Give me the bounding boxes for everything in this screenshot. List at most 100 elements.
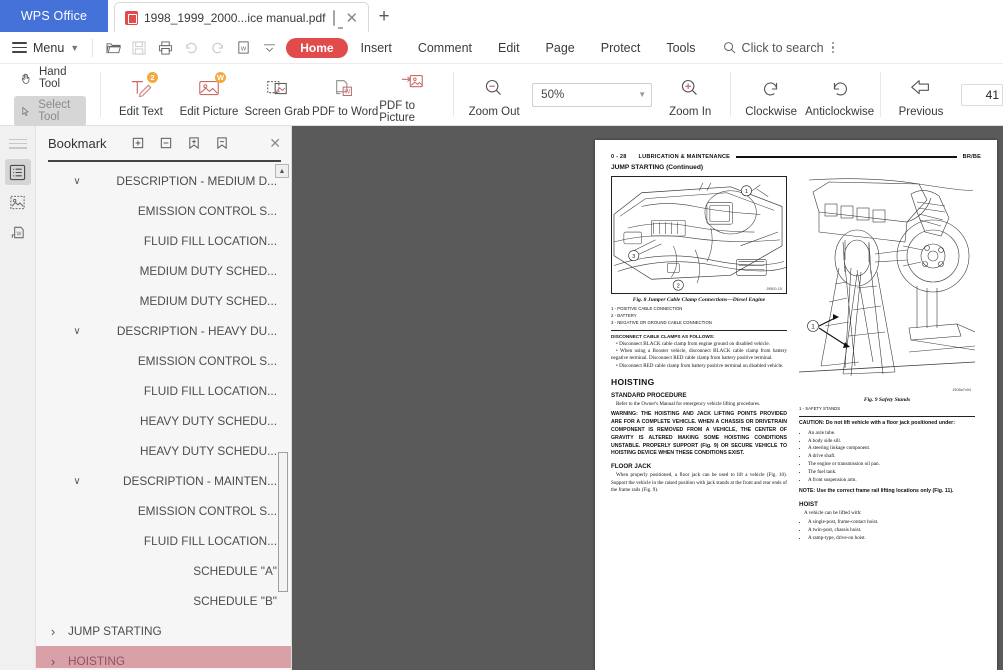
redo-icon[interactable]	[204, 36, 230, 60]
bookmark-item-label: DESCRIPTION - MAINTEN...	[122, 474, 277, 488]
zoom-in-icon	[677, 75, 703, 101]
bookmark-item[interactable]: EMISSION CONTROL S...	[36, 496, 291, 526]
svg-text:2: 2	[677, 283, 680, 289]
more-options-icon[interactable]	[831, 40, 835, 56]
bookmark-list[interactable]: ∨ DESCRIPTION - MEDIUM D... EMISSION CONTR…	[36, 162, 291, 668]
edit-picture-badge: W	[215, 71, 227, 83]
screen-grab-button[interactable]: Screen Grab	[243, 64, 311, 125]
page-number-input[interactable]: 41	[961, 83, 1003, 106]
bookmark-item[interactable]: ∨ DESCRIPTION - MAINTEN...	[36, 466, 291, 496]
menu-button[interactable]: Menu ▼	[0, 39, 85, 56]
chevron-right-icon[interactable]: ›	[42, 654, 64, 669]
bookmark-item[interactable]: HEAVY DUTY SCHEDU...	[36, 406, 291, 436]
close-icon[interactable]: ✕	[269, 135, 283, 152]
edit-picture-button[interactable]: W Edit Picture	[175, 64, 243, 125]
figure-9-signature: J908a7x94	[952, 388, 971, 392]
dropdown-icon[interactable]	[256, 36, 282, 60]
monitor-icon[interactable]	[331, 10, 337, 26]
rotate-anticlockwise-button[interactable]: Anticlockwise	[805, 64, 874, 125]
tab-page[interactable]: Page	[533, 38, 588, 58]
list-item: A body side sill.	[808, 438, 975, 446]
disconnect-heading: DISCONNECT CABLE CLAMPS AS FOLLOWS:	[611, 333, 715, 339]
svg-text:1: 1	[745, 189, 748, 195]
undo-icon[interactable]	[178, 36, 204, 60]
select-tool-label: Select Tool	[38, 99, 71, 123]
scroll-up-button[interactable]: ▲	[275, 164, 289, 178]
thumbnail-panel-icon[interactable]	[5, 189, 31, 215]
edit-text-button[interactable]: 2 Edit Text	[107, 64, 175, 125]
tab-tools[interactable]: Tools	[653, 38, 708, 58]
list-item: An axle tube.	[808, 430, 975, 438]
attachment-panel-icon[interactable]: W	[5, 219, 31, 245]
bookmark-item[interactable]: MEDIUM DUTY SCHED...	[36, 286, 291, 316]
wps-office-logo[interactable]: WPS Office	[0, 0, 108, 32]
print-icon[interactable]	[152, 36, 178, 60]
hand-tool-button[interactable]: Hand Tool	[14, 63, 86, 93]
bookmark-item-label: EMISSION CONTROL S...	[137, 354, 277, 368]
bookmark-item-label: EMISSION CONTROL S...	[137, 204, 277, 218]
divider	[92, 38, 94, 57]
bookmark-item[interactable]: EMISSION CONTROL S...	[36, 346, 291, 376]
chevron-down-icon[interactable]: ∨	[66, 176, 88, 187]
chevron-right-icon[interactable]: ›	[42, 624, 64, 639]
edit-text-label: Edit Text	[118, 105, 163, 118]
pdf-to-picture-button[interactable]: PDF to Picture	[379, 64, 447, 125]
chevron-down-icon[interactable]: ∨	[66, 476, 88, 487]
bookmark-item[interactable]: SCHEDULE "A"	[36, 556, 291, 586]
bookmark-item[interactable]: ∨ DESCRIPTION - HEAVY DU...	[36, 316, 291, 346]
divider	[453, 72, 455, 117]
pdf-to-word-button[interactable]: W PDF to Word	[311, 64, 379, 125]
bookmark-panel-icon[interactable]	[4, 159, 31, 186]
bookmark-item[interactable]: FLUID FILL LOCATION...	[36, 526, 291, 556]
bookmark-item-label: JUMP STARTING	[68, 624, 162, 638]
tab-protect[interactable]: Protect	[588, 38, 654, 58]
bookmark-item[interactable]: MEDIUM DUTY SCHED...	[36, 256, 291, 286]
chevron-down-icon[interactable]: ∨	[66, 326, 88, 337]
bookmark-item[interactable]: › JUMP STARTING	[36, 616, 291, 646]
bookmark-item[interactable]: FLUID FILL LOCATION...	[36, 376, 291, 406]
select-tool-button[interactable]: Select Tool	[14, 96, 87, 126]
add-bookmark-icon[interactable]	[183, 132, 205, 154]
hoist-heading: HOIST	[799, 500, 818, 508]
bookmark-item[interactable]: › HOISTING	[36, 646, 291, 668]
expand-all-icon[interactable]	[127, 132, 149, 154]
header-rule	[736, 156, 957, 158]
bookmark-item[interactable]: ∨ DESCRIPTION - MEDIUM D...	[36, 166, 291, 196]
save-icon[interactable]	[126, 36, 152, 60]
menu-bar: Menu ▼ W Home Insert Comment Edit Page P…	[0, 32, 1003, 64]
tab-edit[interactable]: Edit	[485, 38, 533, 58]
tab-insert[interactable]: Insert	[348, 38, 405, 58]
pdf-to-word-label: PDF to Word	[312, 105, 379, 118]
open-folder-icon[interactable]	[100, 36, 126, 60]
new-tab-button[interactable]: +	[369, 1, 399, 32]
page-columns: 1 2 3 J9500-15 Fig. 8 Jumper Cable Clamp…	[611, 176, 981, 543]
close-icon[interactable]: ✕	[343, 11, 360, 26]
document-tab[interactable]: 1998_1999_2000...ice manual.pdf ✕	[114, 2, 370, 33]
bookmark-scrollbar-thumb[interactable]	[278, 452, 288, 592]
zoom-out-button[interactable]: Zoom Out	[460, 64, 528, 125]
figure-8-legend: 1 - POSITIVE CABLE CONNECTION 2 - BATTER…	[611, 306, 787, 327]
pdf-viewer[interactable]: 0 - 28 LUBRICATION & MAINTENANCE BR/BE J…	[292, 126, 1003, 670]
tab-home[interactable]: Home	[286, 37, 348, 58]
bookmark-item[interactable]: SCHEDULE "B"	[36, 586, 291, 616]
clockwise-label: Clockwise	[745, 105, 797, 118]
ribbon-tabs: Home Insert Comment Edit Page Protect To…	[286, 37, 708, 58]
collapse-all-icon[interactable]	[155, 132, 177, 154]
bookmark-item[interactable]: HEAVY DUTY SCHEDU...	[36, 436, 291, 466]
list-item: The engine or transmission oil pan.	[808, 461, 975, 469]
remove-bookmark-icon[interactable]	[211, 132, 233, 154]
tab-comment[interactable]: Comment	[405, 38, 485, 58]
search-input[interactable]: Click to search	[723, 41, 824, 55]
standard-procedure-heading: STANDARD PROCEDURE	[611, 392, 687, 400]
export-pdf-icon[interactable]: W	[230, 36, 256, 60]
bullet-text: • When using a Booster vehicle, disconne…	[611, 347, 787, 362]
zoom-level-select[interactable]: 50% ▼	[532, 82, 653, 107]
previous-arrow-icon	[908, 75, 934, 101]
pdf-file-icon	[125, 11, 138, 25]
rotate-clockwise-button[interactable]: Clockwise	[737, 64, 805, 125]
zoom-in-button[interactable]: Zoom In	[656, 64, 724, 125]
previous-page-button[interactable]: Previous	[887, 64, 955, 125]
edit-picture-label: Edit Picture	[179, 105, 239, 118]
bookmark-item[interactable]: FLUID FILL LOCATION...	[36, 226, 291, 256]
bookmark-item[interactable]: EMISSION CONTROL S...	[36, 196, 291, 226]
